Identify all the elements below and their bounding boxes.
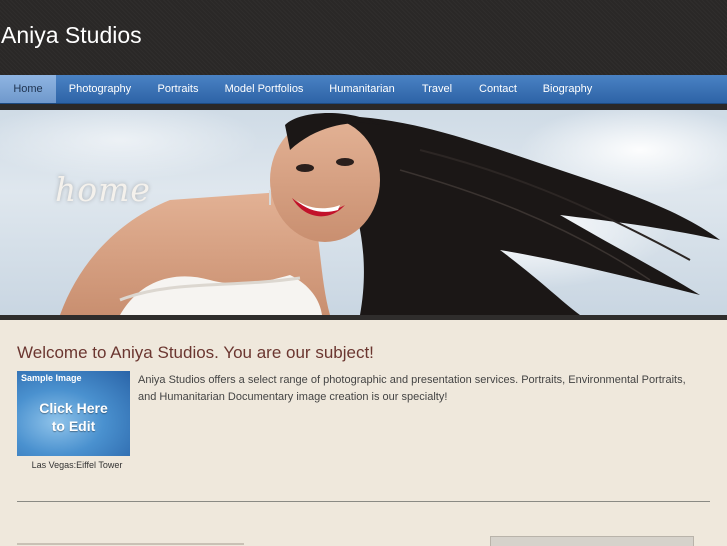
sample-image[interactable]: Sample Image Click Here to Edit [17, 371, 130, 456]
sample-image-line1: Click Here [39, 400, 108, 416]
nav-item-travel[interactable]: Travel [413, 75, 461, 103]
nav-item-contact[interactable]: Contact [470, 75, 526, 103]
sample-image-badge: Sample Image [21, 373, 82, 383]
nav-item-biography[interactable]: Biography [535, 75, 600, 103]
site-header: Aniya Studios [0, 0, 727, 75]
nav-item-home[interactable]: Home [0, 75, 56, 103]
main-nav: Home Photography Portraits Model Portfol… [0, 75, 727, 104]
nav-item-photography[interactable]: Photography [58, 75, 142, 103]
sample-image-prompt: Click Here to Edit [17, 399, 130, 435]
site-title[interactable]: Aniya Studios [1, 22, 142, 49]
sample-image-line2: to Edit [51, 418, 96, 434]
content-divider [17, 501, 710, 502]
nav-item-portraits[interactable]: Portraits [150, 75, 206, 103]
hero-banner: home [0, 110, 727, 315]
hero-bottom-bar [0, 315, 727, 320]
page-heading: Welcome to Aniya Studios. You are our su… [17, 343, 374, 362]
image-caption: Las Vegas:Eiffel Tower [31, 460, 123, 470]
hero-overlay-text: home [55, 170, 151, 209]
nav-item-humanitarian[interactable]: Humanitarian [321, 75, 403, 103]
intro-paragraph: Aniya Studios offers a select range of p… [138, 374, 686, 403]
nav-item-model-portfolios[interactable]: Model Portfolios [217, 75, 311, 103]
hero-portrait-image [0, 110, 727, 315]
